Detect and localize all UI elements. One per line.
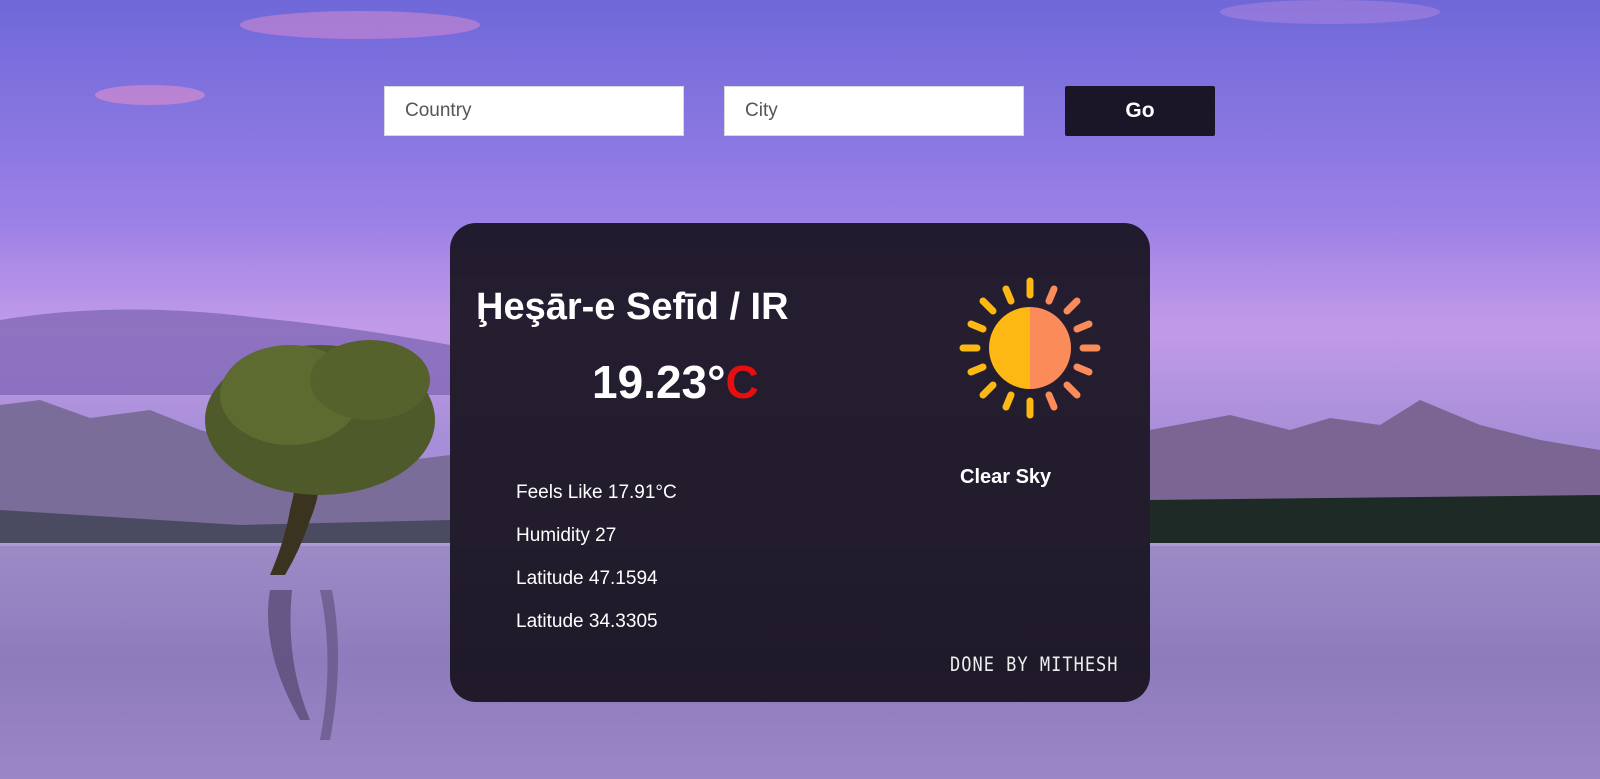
latitude-text: Latitude 47.1594 [516,568,658,589]
weather-details-list: Feels Like 17.91°C Humidity 27 Latitude … [516,481,677,653]
weather-description: Clear Sky [960,466,1052,488]
humidity-text: Humidity 27 [516,525,617,546]
country-input[interactable] [384,86,684,136]
longitude-text: Latitude 34.3305 [516,611,658,632]
go-button[interactable]: Go [1065,86,1215,136]
temperature-value: 19.23° [592,356,726,408]
city-input[interactable] [724,86,1024,136]
location-title: Ḩeşār-e Sefīd / IR [476,286,789,328]
search-bar: Go [0,0,1600,140]
temperature-unit: C [725,356,759,408]
sun-icon [959,277,1101,419]
feels-like-text: Feels Like 17.91°C [516,482,677,503]
author-credit: DONE BY MITHESH [950,653,1119,677]
temperature: 19.23°C [592,355,759,409]
weather-card: Ḩeşār-e Sefīd / IR 19.23°C Clear Sky Fee… [450,223,1150,702]
